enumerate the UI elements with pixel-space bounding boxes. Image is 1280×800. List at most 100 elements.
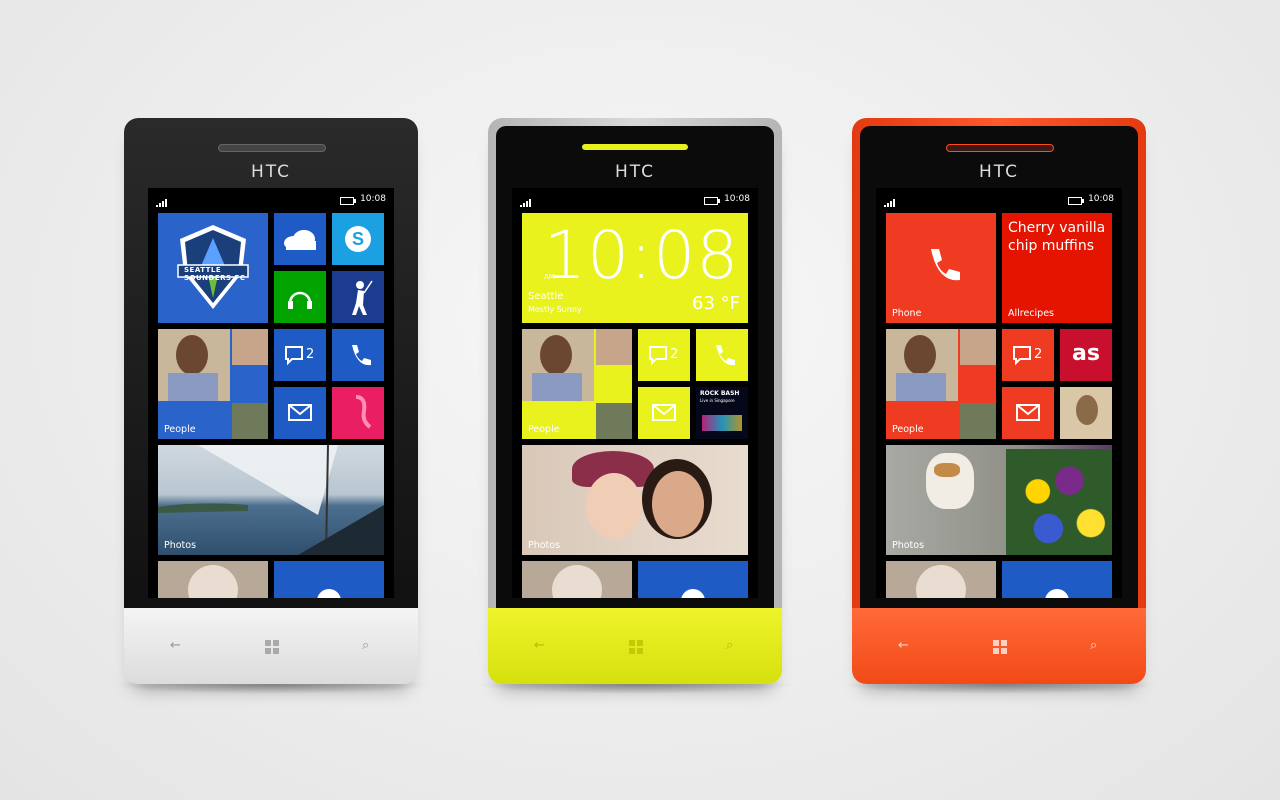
tile-messaging[interactable]: 2 <box>274 329 326 381</box>
sailboat-photo <box>158 445 384 555</box>
person-photo <box>552 565 602 598</box>
tile-mail[interactable] <box>274 387 326 439</box>
battery-icon <box>340 197 356 205</box>
tile-music[interactable] <box>274 271 326 323</box>
status-clock: 10:08 <box>724 194 750 204</box>
windows-icon[interactable] <box>993 640 1007 654</box>
signal-icon <box>156 197 168 207</box>
search-icon[interactable]: ⌕ <box>726 638 733 653</box>
tile-label: Allrecipes <box>1008 308 1055 319</box>
back-icon[interactable]: ← <box>534 638 545 653</box>
tile-golf[interactable] <box>332 271 384 323</box>
tile-phone[interactable] <box>332 329 384 381</box>
tile-skype[interactable]: S <box>332 213 384 265</box>
rock-bash-subtitle: Live in Singapore <box>700 398 735 403</box>
tile-people[interactable]: People <box>886 329 996 439</box>
status-bar: 10:08 <box>884 194 1114 208</box>
messaging-icon <box>1013 346 1031 366</box>
tile-rock-bash[interactable]: ROCK BASH Live in Singapore <box>696 387 748 439</box>
concert-photo <box>702 415 742 431</box>
tile-label: Photos <box>528 540 561 551</box>
message-count: 2 <box>1034 347 1043 362</box>
tile-people[interactable]: People <box>158 329 268 439</box>
messaging-icon <box>649 346 667 366</box>
tile-allrecipes[interactable]: Cherry vanilla chip muffins Allrecipes <box>1002 213 1112 323</box>
lastfm-icon: as <box>1072 341 1100 366</box>
tile-contact[interactable] <box>886 561 996 598</box>
nav-bar: ← ⌕ <box>852 638 1146 658</box>
tile-mail[interactable] <box>638 387 690 439</box>
tile-messaging[interactable]: 2 <box>1002 329 1054 381</box>
start-screen: 10:08 10:08 AM Seattle Mostly Sunny 63 °… <box>512 188 758 598</box>
golf-icon <box>352 280 373 315</box>
skype-icon: S <box>345 226 371 252</box>
tile-mail[interactable] <box>1002 387 1054 439</box>
tile-messaging[interactable]: 2 <box>638 329 690 381</box>
phone-icon <box>352 345 371 366</box>
tile-flamingo[interactable] <box>332 387 384 439</box>
message-count: 2 <box>306 347 315 362</box>
nav-bar: ← ⌕ <box>488 638 782 658</box>
status-clock: 10:08 <box>1088 194 1114 204</box>
tile-phone[interactable] <box>696 329 748 381</box>
windows-icon[interactable] <box>265 640 279 654</box>
windows-icon[interactable] <box>629 640 643 654</box>
mail-icon <box>652 404 676 421</box>
person-photo <box>596 329 632 365</box>
tile-photos[interactable]: Photos <box>886 445 1112 555</box>
start-screen: 10:08 Phone Cherry vanilla chip muffins … <box>876 188 1122 598</box>
person-photo <box>586 473 642 539</box>
mail-icon <box>288 404 312 421</box>
dog-photo <box>926 453 974 509</box>
sounders-text: SEATTLE SOUNDERS FC <box>184 266 246 282</box>
tile-photos[interactable]: Photos <box>158 445 384 555</box>
status-bar: 10:08 <box>520 194 750 208</box>
person-photo <box>960 329 996 365</box>
tile-lastfm[interactable]: as <box>1060 329 1112 381</box>
tile-clock-weather[interactable]: 10:08 AM Seattle Mostly Sunny 63 °F <box>522 213 748 323</box>
signal-icon <box>884 197 896 207</box>
brand-logo: HTC <box>978 162 1020 182</box>
rock-bash-title: ROCK BASH <box>700 390 740 397</box>
tile-app[interactable] <box>274 561 384 598</box>
back-icon[interactable]: ← <box>170 638 181 653</box>
tile-app[interactable] <box>638 561 748 598</box>
city-label: Seattle <box>528 291 564 302</box>
tile-label: Photos <box>164 540 197 551</box>
person-photo <box>188 565 238 598</box>
temperature: 63 °F <box>692 293 740 314</box>
music-icon <box>288 291 312 309</box>
tile-onedrive[interactable] <box>274 213 326 265</box>
phone-yellow: HTC 10:08 10:08 AM Seattle Mostly Sunny … <box>488 118 782 684</box>
earpiece <box>582 144 688 150</box>
onedrive-icon <box>284 230 316 250</box>
messaging-icon <box>285 346 303 366</box>
flowers-photo <box>1006 449 1112 555</box>
tile-app[interactable] <box>1002 561 1112 598</box>
phone-icon <box>716 345 735 366</box>
tile-contact[interactable] <box>158 561 268 598</box>
flamingo-icon <box>355 395 372 429</box>
search-icon[interactable]: ⌕ <box>362 638 369 653</box>
phone-icon <box>931 249 960 281</box>
svg-text:S: S <box>352 229 364 249</box>
tile-sounders[interactable]: SEATTLE SOUNDERS FC <box>158 213 268 323</box>
artwork-photo <box>1076 395 1098 425</box>
tile-label: Photos <box>892 540 925 551</box>
person-photo <box>176 335 208 375</box>
tile-photos[interactable]: Photos <box>522 445 748 555</box>
tile-phone-large[interactable]: Phone <box>886 213 996 323</box>
person-photo <box>960 403 996 439</box>
search-icon[interactable]: ⌕ <box>1090 638 1097 653</box>
earpiece <box>218 144 326 152</box>
weather-label: Mostly Sunny <box>528 305 582 314</box>
earpiece <box>946 144 1054 152</box>
back-icon[interactable]: ← <box>898 638 909 653</box>
nav-bar: ← ⌕ <box>124 638 418 658</box>
tile-label: Phone <box>892 308 922 319</box>
tile-contact[interactable] <box>522 561 632 598</box>
tile-people[interactable]: People <box>522 329 632 439</box>
tile-artwork[interactable] <box>1060 387 1112 439</box>
person-photo <box>232 403 268 439</box>
mail-icon <box>1016 404 1040 421</box>
